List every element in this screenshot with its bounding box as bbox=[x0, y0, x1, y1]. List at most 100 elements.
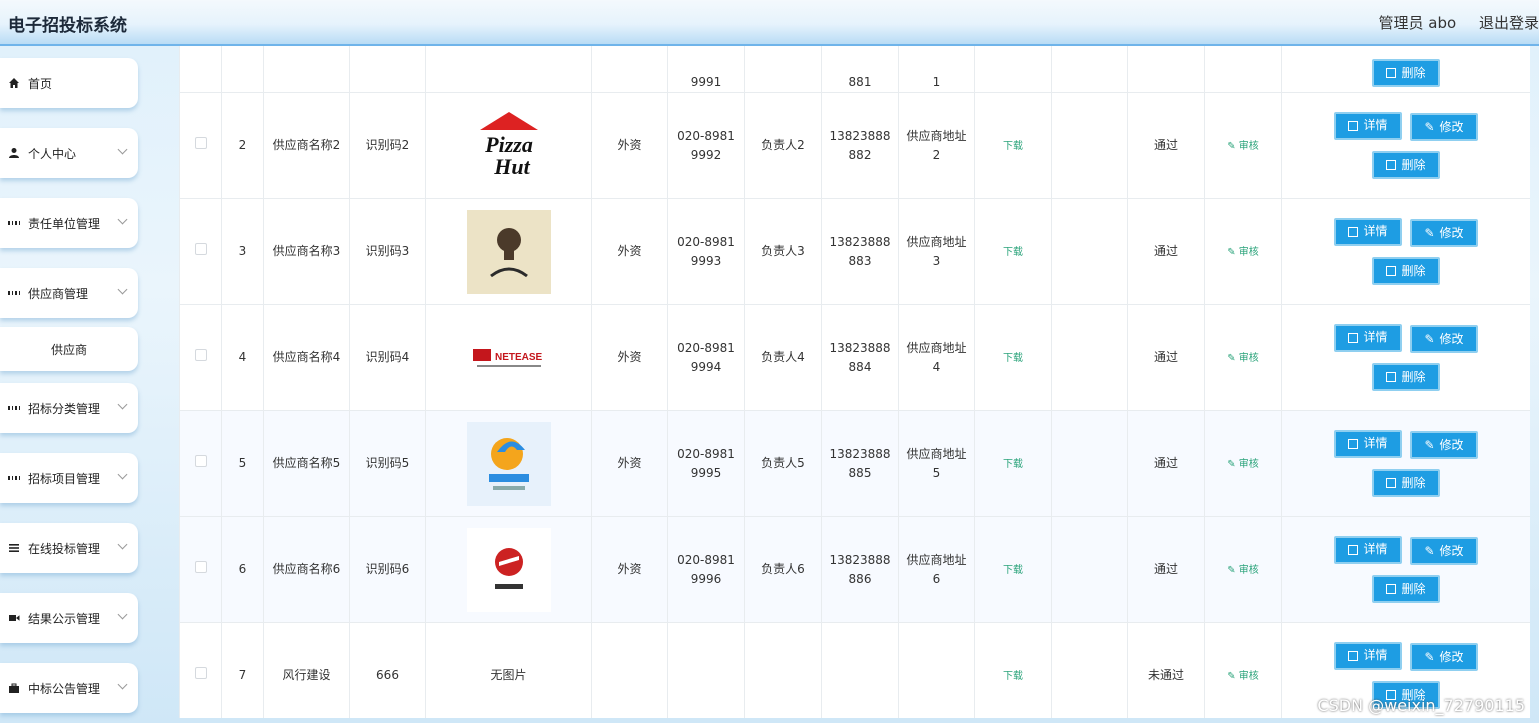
logo-cell bbox=[425, 516, 592, 623]
row-checkbox[interactable] bbox=[194, 243, 207, 255]
delete-button[interactable]: 删除 bbox=[1372, 59, 1440, 87]
edit-button[interactable]: ✎ 修改 bbox=[1410, 643, 1478, 672]
row-checkbox[interactable] bbox=[194, 349, 207, 361]
contact-cell: 负责人4 bbox=[744, 304, 822, 411]
download-link[interactable]: 下载 bbox=[1003, 353, 1023, 364]
name-cell: 供应商名称4 bbox=[263, 304, 350, 411]
delete-button[interactable]: 删除 bbox=[1372, 469, 1440, 498]
download-cell: 下载 bbox=[974, 198, 1052, 305]
audit-link[interactable]: ✎ 审核 bbox=[1227, 459, 1259, 470]
sidebar-item-personal-center[interactable]: 个人中心 bbox=[0, 128, 138, 178]
current-user[interactable]: 管理员 abo bbox=[1379, 14, 1457, 32]
index-cell: 7 bbox=[221, 622, 264, 718]
sidebar-item-bid-category[interactable]: 招标分类管理 bbox=[0, 383, 138, 433]
code-cell: 识别码2 bbox=[349, 92, 426, 199]
delete-button[interactable]: 删除 bbox=[1372, 575, 1440, 604]
audit-link[interactable]: ✎ 审核 bbox=[1227, 353, 1259, 364]
supplier-table: 9991 881 1 删除 2 供应商名称2 识别码2 Pizza Hut 外资 020-8… bbox=[179, 46, 1530, 718]
edit-pen-icon: ✎ bbox=[1424, 225, 1435, 240]
actions-cell: 详情 ✎ 修改删除 bbox=[1281, 198, 1530, 305]
nature-cell: 外资 bbox=[591, 198, 668, 305]
address-cell: 1 bbox=[898, 46, 975, 93]
delete-button[interactable]: 删除 bbox=[1372, 257, 1440, 286]
chevron-down-icon bbox=[117, 144, 128, 155]
checkbox-cell bbox=[179, 198, 222, 305]
edit-button[interactable]: ✎ 修改 bbox=[1410, 537, 1478, 566]
phone-cell: 9991 bbox=[667, 46, 745, 93]
sidebar-item-online-bidding[interactable]: 在线投标管理 bbox=[0, 523, 138, 573]
detail-button[interactable]: 详情 bbox=[1334, 535, 1402, 564]
sidebar-subitem-supplier[interactable]: 供应商 bbox=[0, 327, 138, 371]
name-cell: 供应商名称6 bbox=[263, 516, 350, 623]
sidebar-item-supplier-management[interactable]: 供应商管理 bbox=[0, 268, 138, 318]
download-link[interactable]: 下载 bbox=[1003, 141, 1023, 152]
sidebar-item-result-publicity[interactable]: 结果公示管理 bbox=[0, 593, 138, 643]
nature-cell: 外资 bbox=[591, 304, 668, 411]
sidebar-item-winning-announcement[interactable]: 中标公告管理 bbox=[0, 663, 138, 713]
mobile-cell: 13823888 884 bbox=[821, 304, 899, 411]
row-checkbox[interactable] bbox=[194, 561, 207, 573]
logo-cell: 无图片 bbox=[425, 622, 592, 718]
sidebar-item-bid-project[interactable]: 招标项目管理 bbox=[0, 453, 138, 503]
download-link[interactable]: 下载 bbox=[1003, 565, 1023, 576]
edit-pen-icon: ✎ bbox=[1424, 119, 1435, 134]
address-cell: 供应商地址 3 bbox=[898, 198, 975, 305]
detail-button[interactable]: 详情 bbox=[1334, 429, 1402, 458]
delete-button[interactable]: 删除 bbox=[1372, 151, 1440, 180]
name-cell: 供应商名称2 bbox=[263, 92, 350, 199]
download-link[interactable]: 下载 bbox=[1003, 459, 1023, 470]
empty-cell bbox=[1051, 198, 1128, 305]
status-cell: 通过 bbox=[1127, 516, 1205, 623]
nature-cell: 外资 bbox=[591, 410, 668, 517]
edit-button[interactable]: ✎ 修改 bbox=[1410, 113, 1478, 142]
row-checkbox[interactable] bbox=[194, 137, 207, 149]
document-icon bbox=[1348, 332, 1359, 343]
logout-link[interactable]: 退出登录 bbox=[1479, 14, 1539, 32]
document-icon bbox=[1348, 120, 1359, 131]
tencent-games-logo bbox=[466, 421, 551, 506]
audit-link[interactable]: ✎ 审核 bbox=[1227, 247, 1259, 258]
audit-link[interactable]: ✎ 审核 bbox=[1227, 141, 1259, 152]
delete-button[interactable]: 删除 bbox=[1372, 363, 1440, 392]
actions-cell: 详情 ✎ 修改删除 bbox=[1281, 410, 1530, 517]
edit-pen-icon: ✎ bbox=[1227, 352, 1239, 364]
row-checkbox[interactable] bbox=[194, 455, 207, 467]
mobile-cell bbox=[821, 622, 899, 718]
audit-status: 通过 bbox=[1153, 562, 1178, 576]
detail-button[interactable]: 详情 bbox=[1334, 323, 1402, 352]
trash-icon bbox=[1386, 372, 1397, 383]
logo-cell bbox=[425, 410, 592, 517]
audit-link[interactable]: ✎ 审核 bbox=[1227, 671, 1259, 682]
download-cell: 下载 bbox=[974, 92, 1052, 199]
logo-cell bbox=[425, 198, 592, 305]
detail-button[interactable]: 详情 bbox=[1334, 111, 1402, 140]
empty-cell bbox=[1051, 516, 1128, 623]
row-checkbox[interactable] bbox=[194, 667, 207, 679]
pizza-hut-logo: Pizza Hut bbox=[467, 104, 551, 188]
actions-cell: 删除 bbox=[1281, 46, 1530, 93]
detail-button[interactable]: 详情 bbox=[1334, 217, 1402, 246]
audit-link[interactable]: ✎ 审核 bbox=[1227, 565, 1259, 576]
edit-button[interactable]: ✎ 修改 bbox=[1410, 431, 1478, 460]
sidebar-item-home[interactable]: 首页 bbox=[0, 58, 138, 108]
edit-pen-icon: ✎ bbox=[1227, 458, 1239, 470]
chevron-down-icon bbox=[117, 399, 128, 410]
netease-logo: NETEASE bbox=[467, 316, 551, 400]
edit-button[interactable]: ✎ 修改 bbox=[1410, 219, 1478, 248]
detail-button[interactable]: 详情 bbox=[1334, 641, 1402, 670]
list-icon bbox=[8, 542, 20, 554]
sidebar-item-responsible-unit[interactable]: 责任单位管理 bbox=[0, 198, 138, 248]
trash-icon bbox=[1386, 68, 1397, 78]
checkbox-cell bbox=[179, 516, 222, 623]
sidebar-item-label: 在线投标管理 bbox=[28, 541, 101, 556]
sidebar: 首页 个人中心 责任单位管理 供应商管理 供应商 招标分类管理 招标项目管理 在… bbox=[0, 46, 146, 723]
sidebar-item-label: 中标公告管理 bbox=[28, 681, 101, 696]
phone-cell: 020-8981 9995 bbox=[667, 410, 745, 517]
edit-button[interactable]: ✎ 修改 bbox=[1410, 325, 1478, 354]
code-cell: 666 bbox=[349, 622, 426, 718]
sidebar-item-label: 供应商管理 bbox=[28, 286, 89, 301]
edit-pen-icon: ✎ bbox=[1227, 246, 1239, 258]
sidebar-item-label: 供应商 bbox=[50, 342, 87, 357]
download-link[interactable]: 下载 bbox=[1003, 671, 1023, 682]
download-link[interactable]: 下载 bbox=[1003, 247, 1023, 258]
